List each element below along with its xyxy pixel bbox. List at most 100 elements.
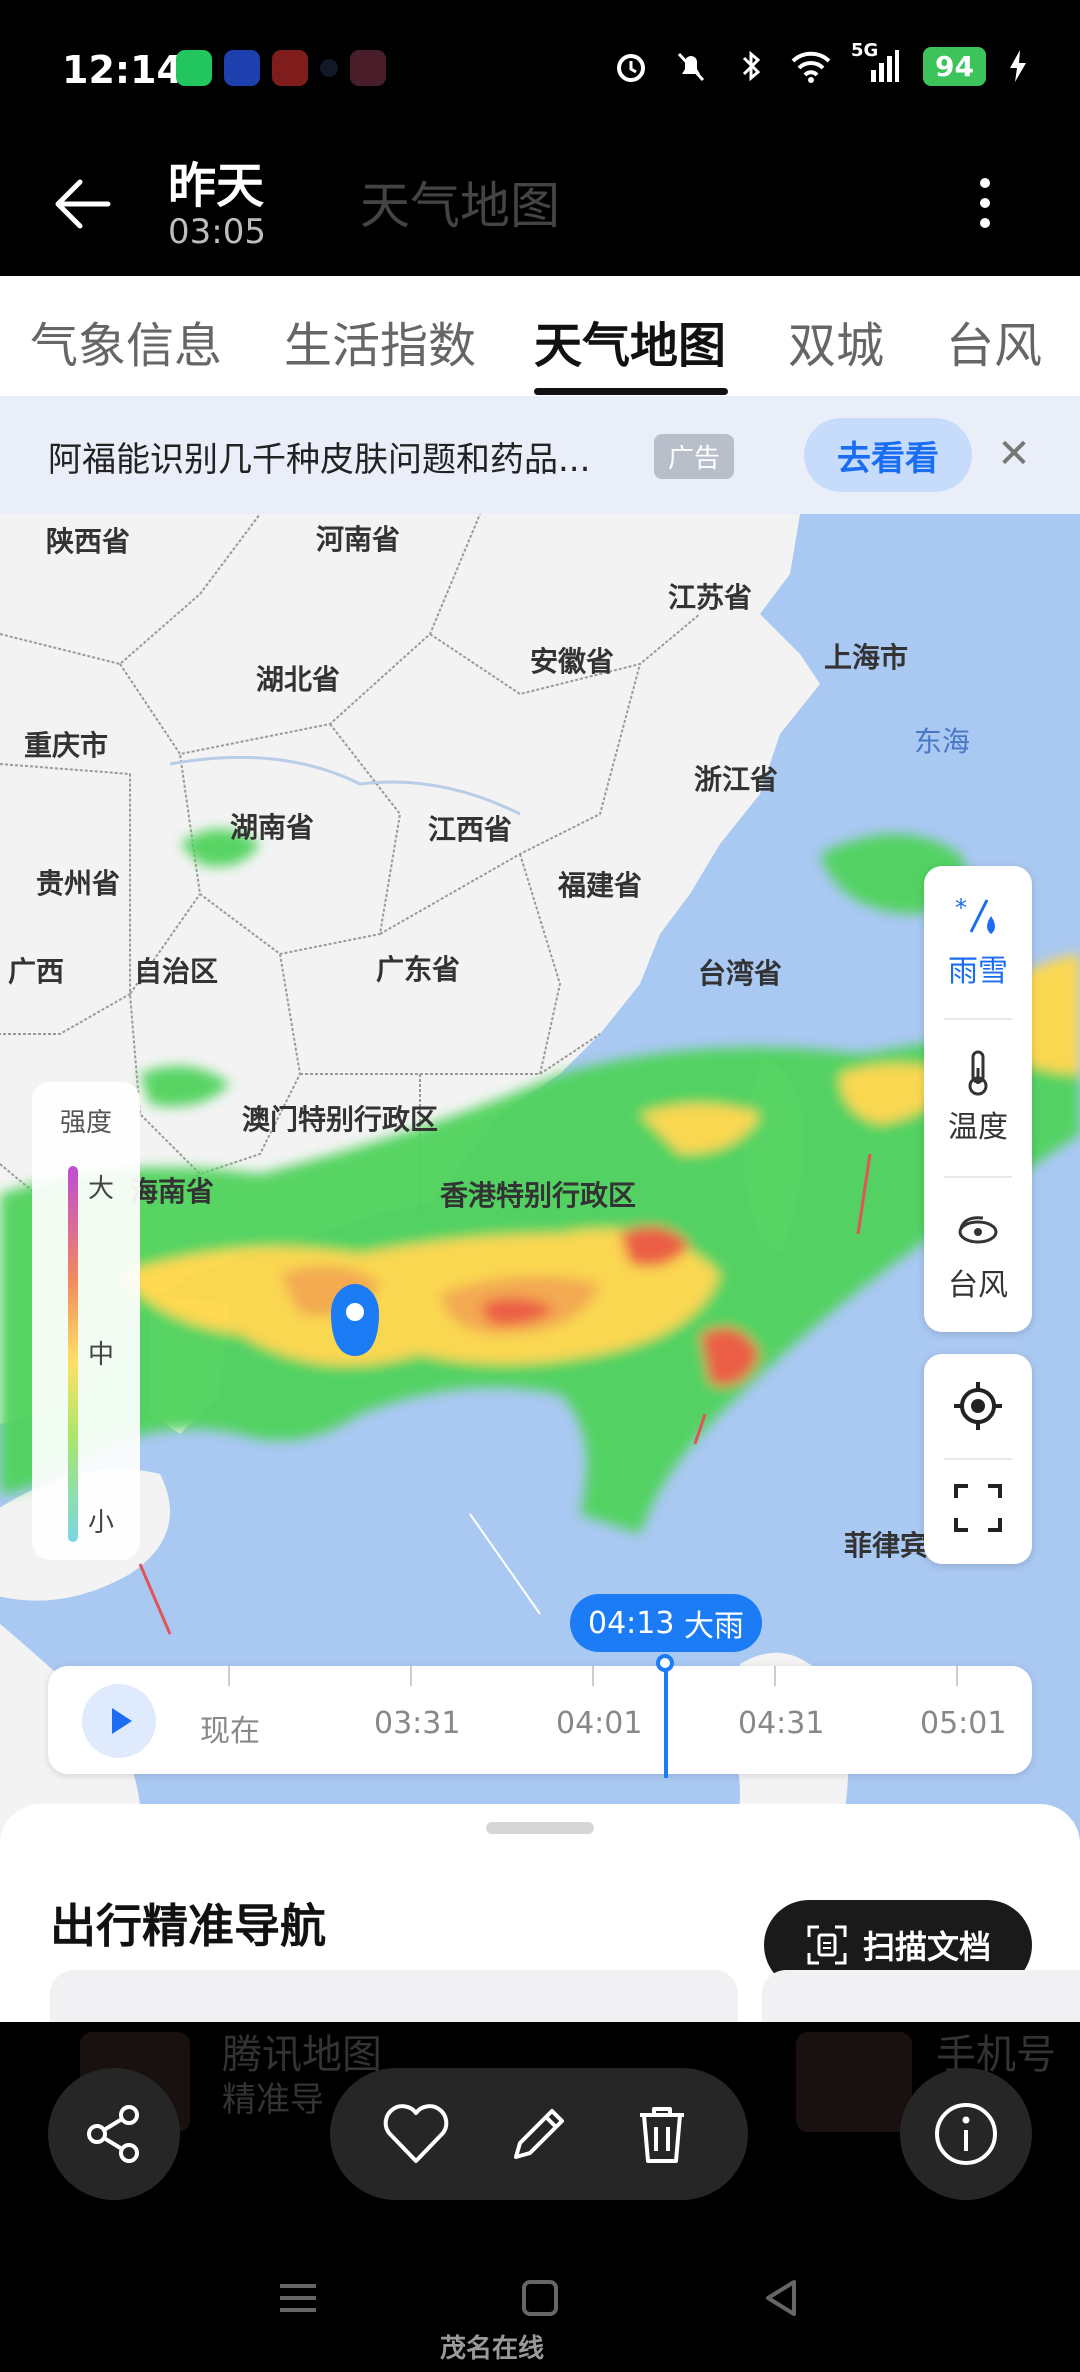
alarm-icon [611, 46, 651, 86]
tab-twin-city[interactable]: 双城 [788, 306, 884, 376]
info-icon [935, 2103, 997, 2165]
app-icon [272, 50, 308, 86]
thermometer-icon [968, 1050, 988, 1096]
home-button[interactable] [510, 2268, 570, 2328]
wifi-icon [791, 46, 831, 86]
place-jiangsu: 江苏省 [668, 581, 753, 614]
place-guangxi-a: 广西 [8, 955, 65, 988]
favorite-button[interactable] [380, 2098, 452, 2170]
place-hubei: 湖北省 [256, 663, 341, 696]
heart-icon [383, 2104, 448, 2163]
place-hainan: 海南省 [130, 1175, 215, 1208]
svg-text:*: * [955, 894, 967, 922]
close-icon[interactable]: ✕ [990, 430, 1038, 478]
recent-apps-button[interactable] [268, 2268, 328, 2328]
place-jiangxi: 江西省 [428, 813, 513, 846]
map-controls [924, 1354, 1032, 1564]
sheet-handle[interactable] [486, 1822, 594, 1834]
locate-icon[interactable] [950, 1378, 1006, 1434]
place-macau: 澳门特别行政区 [242, 1103, 439, 1136]
layer-rain-snow[interactable]: * 雨雪 [924, 866, 1032, 1016]
tab-weather-info[interactable]: 气象信息 [30, 306, 222, 376]
timeline-tick [592, 1666, 594, 1686]
viewer-title: 昨天 [168, 158, 265, 214]
ad-go-button[interactable]: 去看看 [804, 418, 972, 492]
rain-snow-icon: * [955, 894, 995, 934]
place-henan: 河南省 [316, 523, 401, 556]
app-icon [350, 50, 386, 86]
tool-divider [944, 1176, 1012, 1178]
ad-banner[interactable]: 阿福能识别几千种皮肤问题和药品... 广告 去看看 ✕ [0, 396, 1080, 514]
legend-high: 大 [88, 1174, 115, 1204]
play-icon [112, 1708, 132, 1734]
viewer-time: 03:05 [168, 212, 266, 252]
action-group [330, 2068, 748, 2200]
legend-gradient [68, 1166, 78, 1542]
sheet-title: 出行精准导航 [50, 1899, 326, 1953]
timeline-label: 03:31 [374, 1706, 461, 1741]
timeline-slider[interactable]: 现在 03:31 04:01 04:31 05:01 [48, 1654, 1032, 1778]
info-button[interactable] [900, 2068, 1032, 2200]
share-button[interactable] [48, 2068, 180, 2200]
place-east-sea: 东海 [914, 725, 971, 758]
place-shaanxi: 陕西省 [46, 525, 131, 558]
place-hongkong: 香港特别行政区 [440, 1179, 637, 1212]
legend-mid: 中 [88, 1340, 115, 1370]
timeline-tick [228, 1666, 230, 1686]
more-button[interactable] [950, 168, 1020, 238]
tab-indicator [534, 388, 728, 395]
legend-low: 小 [88, 1508, 115, 1538]
play-button[interactable] [82, 1684, 156, 1758]
app-icon [320, 59, 338, 77]
screenshot-content: 气象信息 生活指数 天气地图 双城 台风 阿福能识别几千种皮肤问题和药品... … [0, 276, 1080, 2022]
place-anhui: 安徽省 [530, 645, 615, 678]
layer-typhoon[interactable]: 台风 [924, 1180, 1032, 1330]
place-philippines: 菲律宾 [844, 1529, 929, 1562]
nav-card [50, 1970, 738, 2030]
ghost-card1-sub: 精准导 [222, 2080, 324, 2120]
place-taiwan: 台湾省 [698, 957, 783, 990]
tab-bar: 气象信息 生活指数 天气地图 双城 台风 [0, 276, 1080, 396]
back-button[interactable] [44, 164, 124, 244]
tab-life-index[interactable]: 生活指数 [284, 306, 476, 376]
intensity-legend: 强度 大 中 小 [32, 1082, 140, 1560]
notification-icons [176, 50, 386, 86]
location-pin [331, 1284, 379, 1356]
place-fujian: 福建省 [558, 869, 643, 902]
tab-weather-map[interactable]: 天气地图 [534, 306, 726, 376]
square-icon [522, 2280, 558, 2316]
wechat-icon [176, 50, 212, 86]
timeline-tick [956, 1666, 958, 1686]
delete-button[interactable] [626, 2098, 698, 2170]
layer-tools: * 雨雪 温度 台风 [924, 866, 1032, 1332]
status-bar: 12:14 5G 94 [0, 0, 1080, 140]
pencil-icon [513, 2109, 564, 2159]
edit-button[interactable] [503, 2098, 575, 2170]
ad-text: 阿福能识别几千种皮肤问题和药品... [48, 440, 591, 480]
charging-icon [1006, 46, 1030, 86]
timeline-cursor[interactable] [664, 1660, 668, 1778]
typhoon-label: 台风 [948, 1268, 1008, 1303]
layer-temperature[interactable]: 温度 [924, 1022, 1032, 1172]
tag-weather: 大雨 [684, 1609, 744, 1644]
menu-icon [280, 2284, 316, 2312]
trash-icon [640, 2107, 685, 2163]
timeline-label: 04:31 [738, 1706, 825, 1741]
place-guangxi-b: 自治区 [134, 955, 219, 988]
place-chongqing: 重庆市 [24, 729, 109, 762]
battery-level: 94 [923, 46, 986, 86]
place-shanghai: 上海市 [824, 641, 909, 674]
scan-label: 扫描文档 [862, 1928, 991, 1966]
place-guangdong: 广东省 [376, 953, 461, 986]
ghost-title: 天气地图 [360, 177, 560, 235]
timeline-current-tag: 04:13 大雨 [570, 1594, 762, 1652]
fullscreen-icon[interactable] [952, 1482, 1004, 1534]
tab-typhoon[interactable]: 台风 [946, 306, 1042, 376]
system-back-button[interactable] [752, 2268, 812, 2328]
app-icon [224, 50, 260, 86]
bluetooth-icon [731, 46, 771, 86]
tool-divider [944, 1018, 1012, 1020]
typhoon-icon [958, 1216, 998, 1244]
network-type: 5G [851, 40, 879, 61]
timeline-tick [774, 1666, 776, 1686]
